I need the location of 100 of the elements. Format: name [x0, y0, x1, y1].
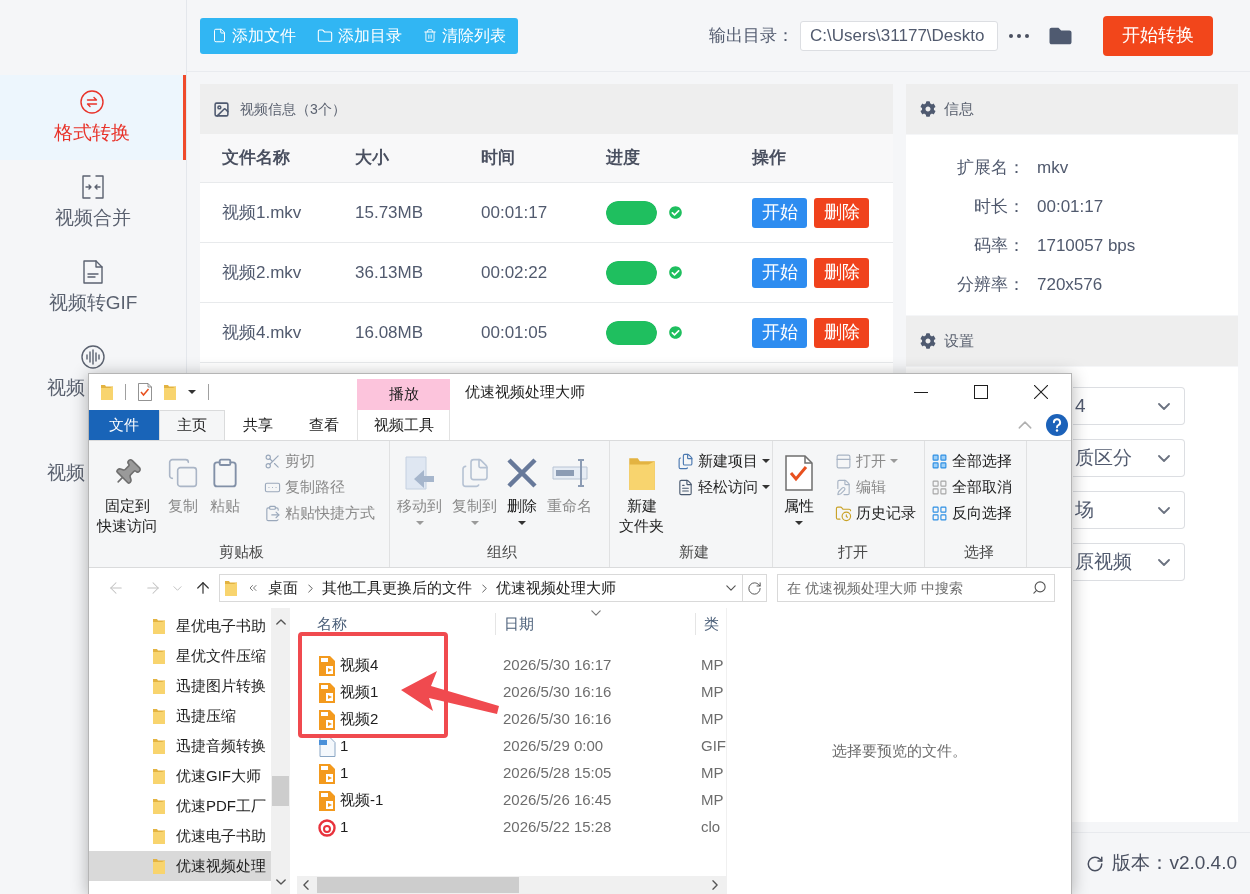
dropdown-field[interactable]: 4 [1073, 387, 1185, 425]
nav-folder-item[interactable]: 星优电子书助 [89, 611, 271, 641]
nav-folder-item[interactable]: 优速GIF大师 [89, 761, 271, 791]
image-file-icon [318, 736, 336, 757]
document-icon [677, 478, 694, 496]
ribbon-button[interactable]: 删除 [504, 447, 540, 525]
chevron-right-icon [482, 583, 487, 593]
folder-icon [317, 27, 333, 44]
group-label: 打开 [837, 542, 868, 562]
dropdown-field[interactable]: 质区分 [1073, 439, 1185, 477]
table-cell-text: 视频2.mkv [222, 261, 302, 284]
more-icon[interactable] [1009, 33, 1029, 38]
ribbon-button[interactable]: 全部选择 [931, 448, 1012, 474]
type-cell-text: MP [700, 763, 724, 784]
table-cell-text: 00:01:17 [481, 201, 548, 224]
ribbon-button[interactable]: 新建 文件夹 [616, 447, 667, 536]
file-name[interactable]: 视频-1 [340, 789, 384, 812]
ribbon-tab[interactable]: 主页 [159, 410, 225, 440]
file-name[interactable]: 视频1 [340, 681, 379, 704]
date-cell-text: 2026/5/28 15:05 [502, 763, 613, 784]
image-icon [213, 100, 230, 118]
panel-title: 视频信息（3个） [240, 99, 346, 119]
ribbon-tab[interactable]: 视频工具 [357, 410, 450, 440]
merge-arrows-icon [81, 175, 105, 199]
breadcrumb[interactable]: 其他工具更换后的文件 [322, 576, 472, 600]
video-file-icon [318, 655, 336, 676]
grid-icon [931, 452, 948, 470]
ribbon-button[interactable]: 新建项目 [677, 448, 770, 474]
folder-icon [153, 858, 165, 874]
scrollbar-thumb[interactable] [317, 877, 519, 893]
column-header[interactable]: 类 [695, 612, 719, 636]
vertical-scrollbar[interactable] [271, 608, 290, 894]
file-name[interactable]: 1 [340, 762, 349, 785]
column-header: 文件名称 [222, 147, 290, 170]
forward-arrow-icon[interactable] [144, 579, 162, 597]
table-cell-text: 视频4.mkv [222, 321, 302, 344]
start-convert-button[interactable]: 开始转换 [1103, 15, 1213, 56]
ribbon-button[interactable]: 反向选择 [931, 500, 1012, 526]
dropdown-field[interactable]: 场 [1073, 491, 1185, 529]
nav-folder-item[interactable]: 迅捷压缩 [89, 701, 271, 731]
nav-folder-item[interactable]: 优速视频处理 [89, 851, 271, 881]
type-cell-text: MP [700, 655, 724, 676]
info-value: mkv [1037, 156, 1069, 179]
help-icon[interactable] [1046, 414, 1068, 436]
nav-folder-item[interactable]: 迅捷图片转换 [89, 671, 271, 701]
table-cell-text: 00:01:05 [481, 321, 548, 344]
date-cell-text: 2026/5/22 15:28 [502, 817, 613, 838]
file-icon [81, 260, 105, 284]
sidebar-item[interactable]: 视频合并 [0, 160, 186, 245]
ribbon-button[interactable]: 固定到 快速访问 [94, 447, 160, 536]
scrollbar-thumb[interactable] [272, 776, 289, 806]
file-name[interactable]: 视频2 [340, 708, 379, 731]
folder-icon [628, 456, 655, 490]
trash-icon [423, 28, 437, 43]
nav-folder-item[interactable]: 优速PDF工厂 [89, 791, 271, 821]
date-cell-text: 2026/5/30 16:16 [502, 682, 613, 703]
file-name[interactable]: 1 [340, 735, 349, 758]
horizontal-scrollbar[interactable] [297, 876, 726, 894]
breadcrumb[interactable]: 桌面 [268, 576, 298, 600]
output-path-field[interactable]: C:\Users\31177\Deskto [800, 20, 998, 51]
ribbon-button[interactable]: 全部取消 [931, 474, 1012, 500]
delete-button[interactable]: 删除 [814, 317, 869, 348]
nav-folder-item[interactable]: 优速电子书助 [89, 821, 271, 851]
date-cell-text: 2026/5/30 16:17 [502, 655, 613, 676]
table-cell-text: 16.08MB [355, 321, 424, 344]
sidebar-item[interactable]: 视频 [47, 376, 85, 400]
panel-title: 设置 [944, 330, 974, 351]
chevron-left-icon [303, 880, 309, 890]
cross-icon [507, 458, 537, 488]
type-cell-text: clo [700, 817, 721, 838]
dropdown-field[interactable]: 原视频 [1073, 543, 1185, 581]
sidebar-item[interactable]: 视频转GIF [0, 245, 186, 330]
ribbon-button[interactable]: 属性 [781, 447, 817, 525]
ribbon-button[interactable]: 历史记录 [835, 500, 916, 526]
delete-button[interactable]: 删除 [814, 257, 869, 288]
breadcrumb[interactable]: 优速视频处理大师 [496, 576, 616, 600]
file-name[interactable]: 视频4 [340, 654, 379, 677]
folder-icon [153, 648, 165, 664]
delete-button[interactable]: 删除 [814, 197, 869, 228]
folder-icon [153, 768, 165, 784]
chevron-up-icon[interactable] [1018, 421, 1032, 429]
search-icon [1032, 580, 1047, 595]
ribbon-tab[interactable]: 文件 [89, 410, 159, 440]
refresh-icon[interactable] [1086, 854, 1105, 873]
refresh-button[interactable] [743, 574, 767, 602]
sidebar-item[interactable]: 视频 [47, 461, 85, 485]
search-field[interactable]: 在 优速视频处理大师 中搜索 [777, 574, 1055, 602]
chevron-down-icon[interactable] [726, 585, 736, 591]
nav-folder-item[interactable]: 星优文件压缩 [89, 641, 271, 671]
window-icon [835, 452, 852, 470]
ribbon-button[interactable]: 轻松访问 [677, 474, 770, 500]
sidebar-item[interactable]: 格式转换 [0, 75, 186, 160]
column-header: 大小 [355, 147, 389, 170]
nav-folder-item[interactable]: 迅捷音频转换 [89, 731, 271, 761]
column-header[interactable]: 日期 [495, 612, 695, 636]
version-label: 版本：v2.0.4.0 [1112, 851, 1237, 876]
double-chevron-icon [247, 582, 259, 594]
file-name[interactable]: 1 [340, 816, 349, 839]
sort-chevron-icon [591, 610, 601, 616]
column-header[interactable]: 名称 [297, 612, 495, 636]
